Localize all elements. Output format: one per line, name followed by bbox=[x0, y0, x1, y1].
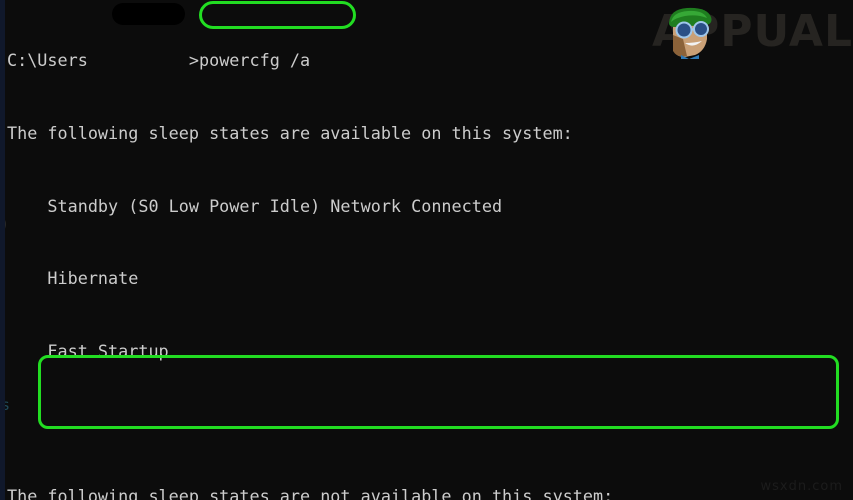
output-line: Fast Startup bbox=[7, 340, 169, 361]
output-line: The following sleep states are available… bbox=[7, 123, 573, 143]
command-prompt-window[interactable]: APPUALS C:\Users >powercfg /a The follow… bbox=[0, 0, 853, 500]
prompt-line: C:\Users >powercfg /a bbox=[7, 48, 853, 72]
output-line: Hibernate bbox=[7, 268, 139, 289]
prompt-caret: > bbox=[188, 50, 199, 71]
terminal-output: C:\Users >powercfg /a The following slee… bbox=[7, 0, 853, 500]
output-line: Standby (S0 Low Power Idle) Network Conn… bbox=[7, 195, 503, 216]
prompt-path: C:\Users bbox=[7, 50, 88, 71]
typed-command: powercfg /a bbox=[198, 50, 311, 71]
window-left-edge bbox=[0, 0, 5, 500]
prompt-user-redacted bbox=[88, 50, 189, 70]
username-redaction-bar bbox=[112, 3, 185, 25]
output-line: The following sleep states are not avail… bbox=[7, 485, 614, 500]
site-watermark: wsxdn.com bbox=[760, 479, 843, 494]
output-line-blank bbox=[7, 411, 853, 435]
